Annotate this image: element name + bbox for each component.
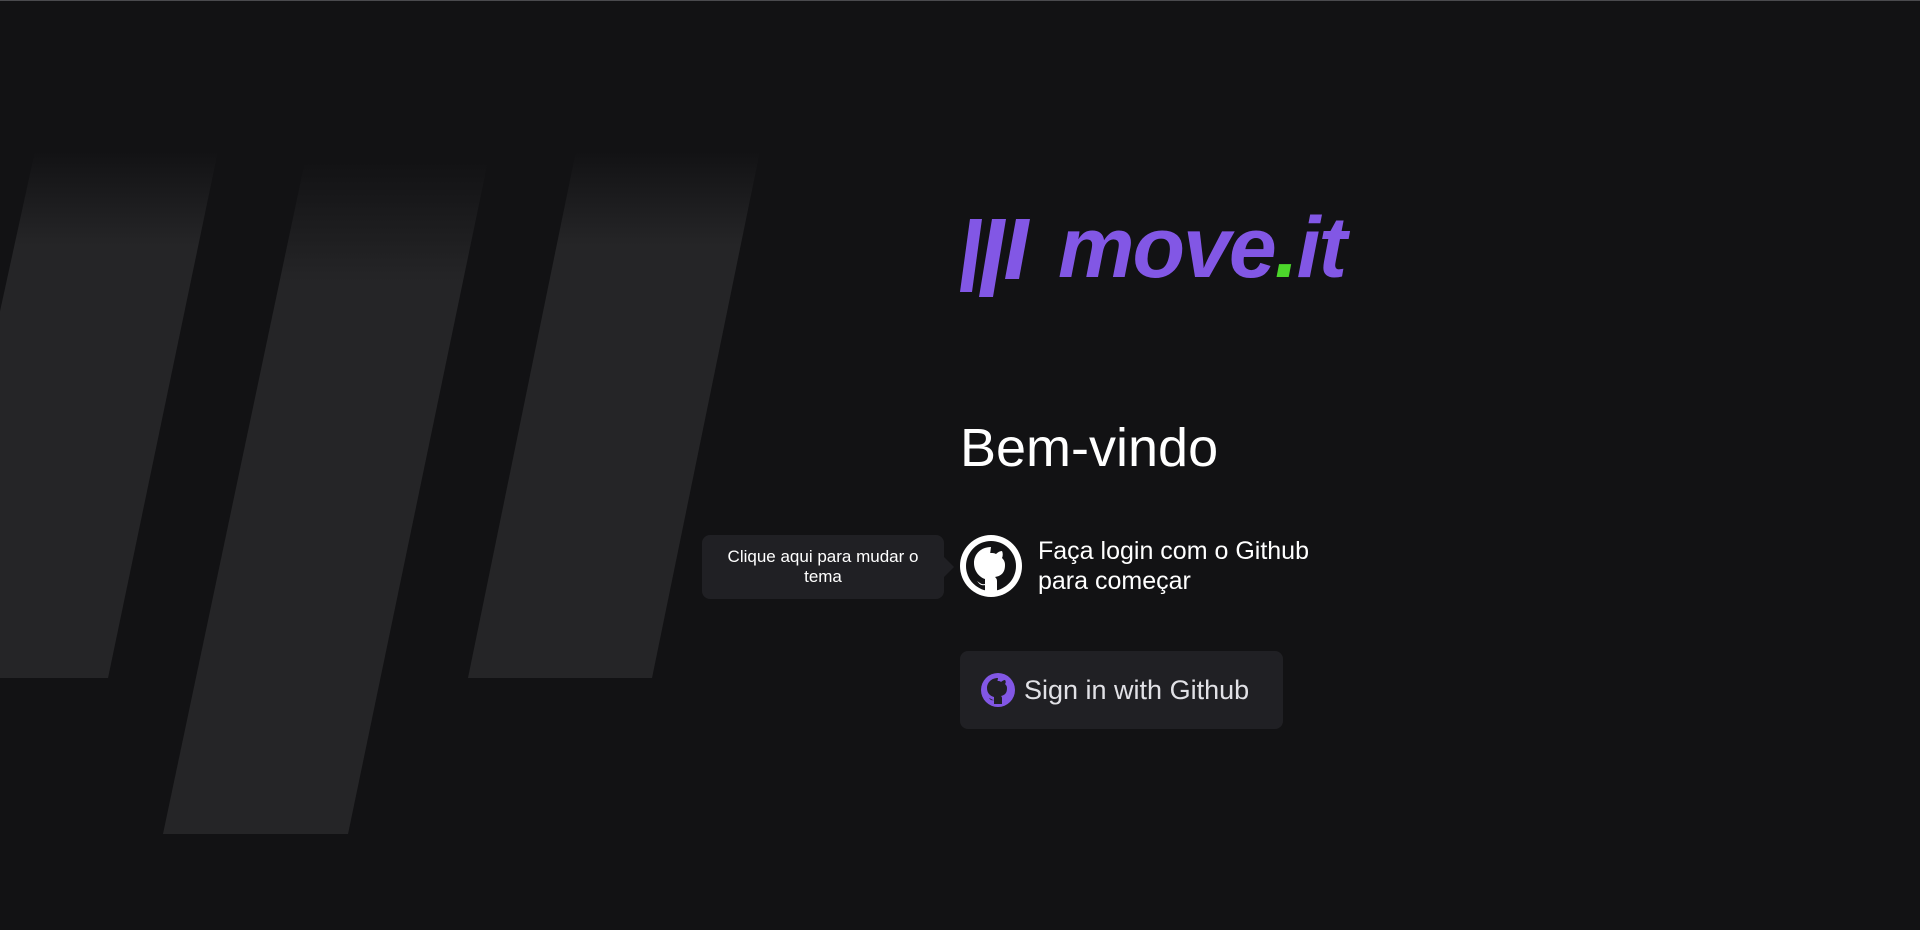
svg-text:move.it: move.it — [1058, 209, 1350, 296]
github-icon — [960, 535, 1022, 597]
page-title: Bem-vindo — [960, 418, 1219, 478]
login-prompt: Faça login com o Github para começar — [960, 535, 1358, 597]
login-prompt-text: Faça login com o Github para começar — [1038, 537, 1309, 595]
tooltip-text: Clique aqui para mudar o tema — [727, 547, 919, 586]
sign-in-github-button[interactable]: Sign in with Github — [960, 651, 1283, 729]
github-icon — [980, 672, 1016, 708]
logo-word-it: it — [1297, 209, 1351, 296]
logo-word-move: move — [1058, 209, 1275, 296]
stripe-middle — [163, 161, 488, 834]
moveit-logo: move.it — [960, 209, 1360, 299]
stripe-left — [0, 151, 218, 678]
login-page: move.it Bem-vindo Faça login com o Githu… — [0, 0, 1920, 930]
login-content: move.it Bem-vindo Faça login com o Githu… — [960, 1, 1480, 930]
bars-logo-icon — [960, 219, 1030, 297]
logo-dot: . — [1275, 209, 1297, 296]
sign-in-button-label: Sign in with Github — [1024, 674, 1250, 705]
background-stripes-art — [0, 151, 760, 834]
theme-toggle-tooltip[interactable]: Clique aqui para mudar o tema — [702, 535, 954, 599]
